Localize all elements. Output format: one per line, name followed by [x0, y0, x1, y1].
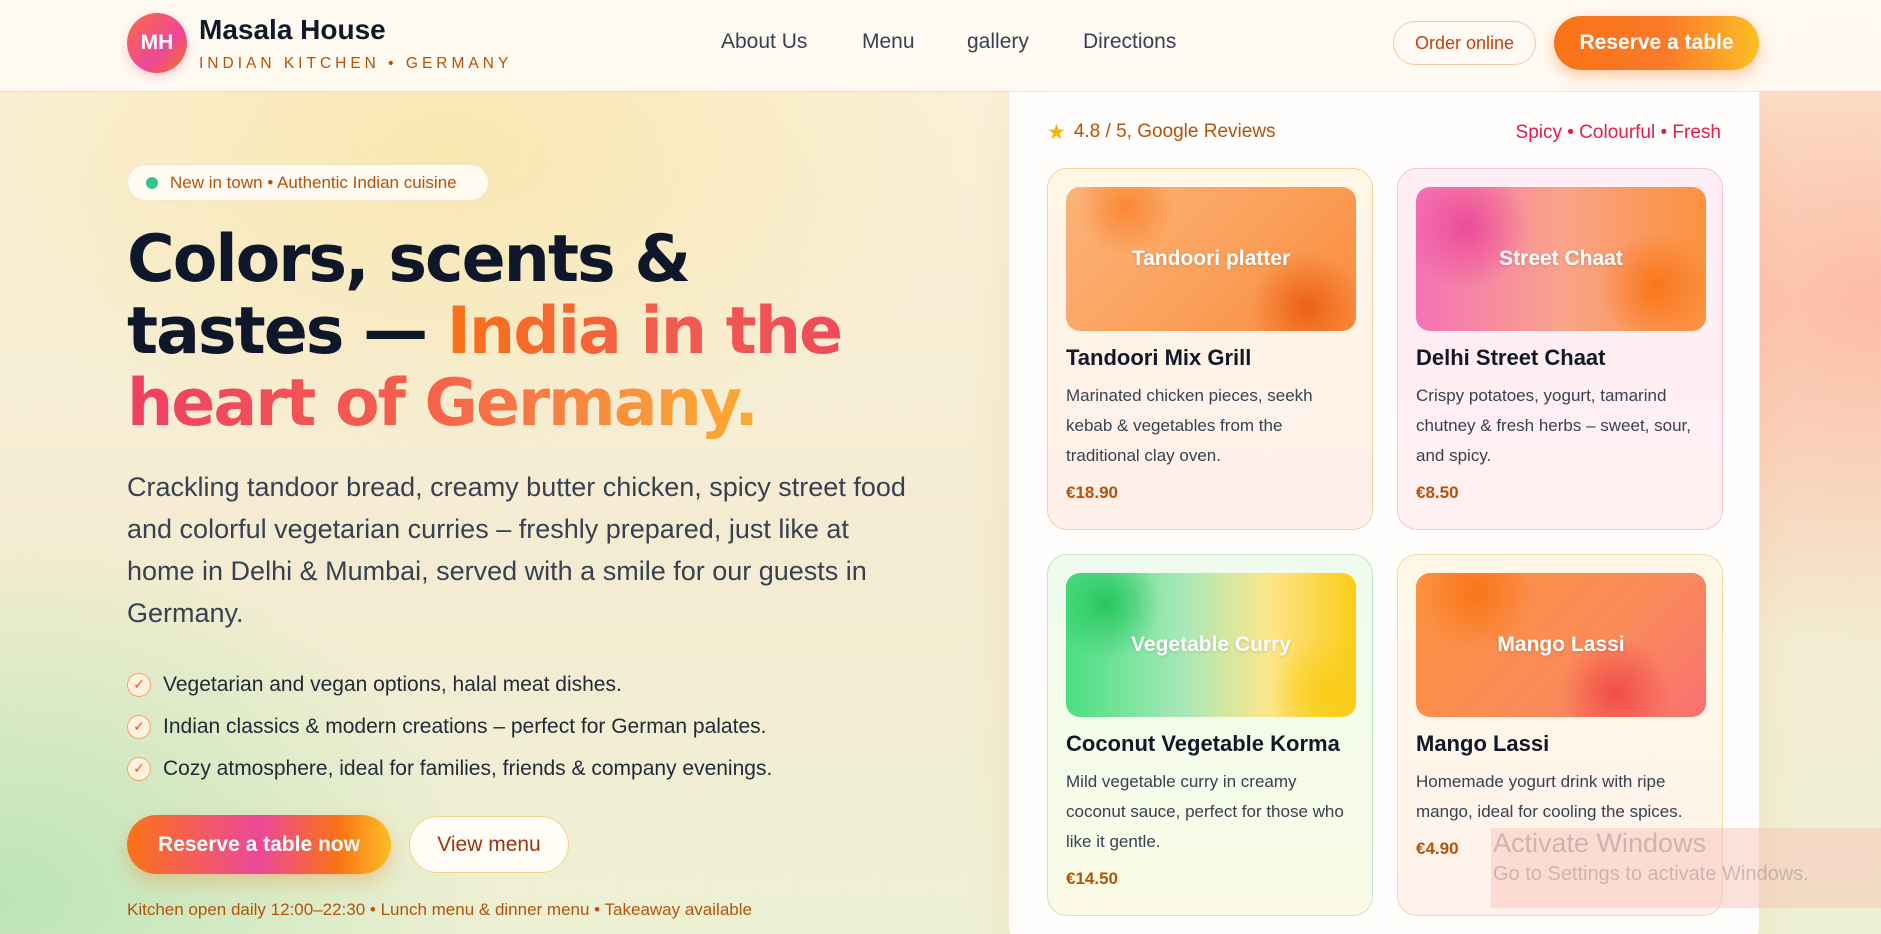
headline-line-1: Colors, scents &	[127, 222, 691, 297]
watermark-subtitle: Go to Settings to activate Windows.	[1493, 863, 1809, 885]
dish-image: Street Chaat	[1416, 187, 1706, 331]
dish-title: Mango Lassi	[1416, 731, 1550, 756]
google-rating: ★ 4.8 / 5, Google Reviews	[1047, 120, 1276, 144]
dish-image-label: Vegetable Curry	[1131, 633, 1291, 656]
nav-gallery[interactable]: gallery	[967, 30, 1029, 54]
check-icon: ✓	[127, 757, 151, 781]
check-icon: ✓	[127, 715, 151, 739]
dish-title: Tandoori Mix Grill	[1066, 345, 1252, 370]
watermark-title: Activate Windows	[1493, 828, 1707, 858]
star-icon: ★	[1047, 120, 1066, 144]
headline-line-2: tastes — India in the	[127, 296, 887, 368]
hero-lead-paragraph: Crackling tandoor bread, creamy butter c…	[127, 472, 906, 628]
announcement-text: New in town • Authentic Indian cuisine	[170, 172, 457, 192]
headline-line-3: heart of Germany.	[127, 368, 887, 440]
dish-image: Mango Lassi	[1416, 573, 1706, 717]
dish-image-label: Mango Lassi	[1497, 633, 1625, 656]
logo-badge[interactable]: MH	[127, 13, 187, 73]
feature-text: Vegetarian and vegan options, halal meat…	[163, 673, 622, 696]
dish-price: €14.50	[1066, 869, 1118, 888]
feature-item: ✓ Cozy atmosphere, ideal for families, f…	[127, 748, 772, 790]
nav-menu[interactable]: Menu	[862, 30, 915, 54]
dish-image-label: Street Chaat	[1499, 247, 1623, 270]
check-icon: ✓	[127, 673, 151, 697]
feature-list: ✓ Vegetarian and vegan options, halal me…	[127, 664, 772, 790]
order-online-button[interactable]: Order online	[1393, 21, 1536, 65]
reserve-table-button[interactable]: Reserve a table	[1554, 16, 1759, 70]
brand-tagline: INDIAN KITCHEN • GERMANY	[199, 55, 513, 72]
announcement-pill: New in town • Authentic Indian cuisine	[127, 164, 489, 201]
hero-headline: Colors, scents & tastes — India in the h…	[127, 224, 887, 440]
site-header: MH Masala House INDIAN KITCHEN • GERMANY…	[0, 0, 1881, 92]
headline-line-2-accent: India in the	[446, 294, 843, 369]
activate-windows-watermark: Activate Windows Go to Settings to activ…	[1491, 828, 1881, 908]
dish-price: €18.90	[1066, 483, 1118, 502]
dish-description: Crispy potatoes, yogurt, tamarind chutne…	[1416, 386, 1691, 465]
feature-item: ✓ Indian classics & modern creations – p…	[127, 706, 772, 748]
feature-text: Cozy atmosphere, ideal for families, fri…	[163, 757, 773, 780]
panel-tagline: Spicy • Colourful • Fresh	[1515, 122, 1721, 143]
opening-hours: Kitchen open daily 12:00–22:30 • Lunch m…	[127, 900, 752, 919]
dish-description: Homemade yogurt drink with ripe mango, i…	[1416, 772, 1683, 821]
dish-description: Mild vegetable curry in creamy coconut s…	[1066, 772, 1344, 851]
dish-image: Tandoori platter	[1066, 187, 1356, 331]
reserve-table-now-button[interactable]: Reserve a table now	[127, 815, 391, 874]
dish-price: €8.50	[1416, 483, 1459, 502]
dish-image: Vegetable Curry	[1066, 573, 1356, 717]
dish-description: Marinated chicken pieces, seekh kebab & …	[1066, 386, 1313, 465]
dish-card-tandoori[interactable]: Tandoori platter Tandoori Mix Grill Mari…	[1047, 168, 1373, 530]
menu-highlights-panel: ★ 4.8 / 5, Google Reviews Spicy • Colour…	[1008, 76, 1760, 934]
status-dot-icon	[146, 176, 158, 189]
nav-about-us[interactable]: About Us	[721, 30, 807, 54]
feature-text: Indian classics & modern creations – per…	[163, 715, 767, 738]
dish-image-label: Tandoori platter	[1131, 247, 1291, 270]
view-menu-button[interactable]: View menu	[409, 816, 569, 873]
brand-name[interactable]: Masala House	[199, 14, 386, 46]
dish-card-chaat[interactable]: Street Chaat Delhi Street Chaat Crispy p…	[1397, 168, 1723, 530]
feature-item: ✓ Vegetarian and vegan options, halal me…	[127, 664, 772, 706]
headline-line-2-plain: tastes —	[127, 294, 447, 369]
nav-directions[interactable]: Directions	[1083, 30, 1176, 54]
rating-text: 4.8 / 5, Google Reviews	[1073, 121, 1276, 142]
dish-title: Delhi Street Chaat	[1416, 345, 1606, 370]
dish-card-korma[interactable]: Vegetable Curry Coconut Vegetable Korma …	[1047, 554, 1373, 916]
dish-title: Coconut Vegetable Korma	[1066, 731, 1340, 756]
